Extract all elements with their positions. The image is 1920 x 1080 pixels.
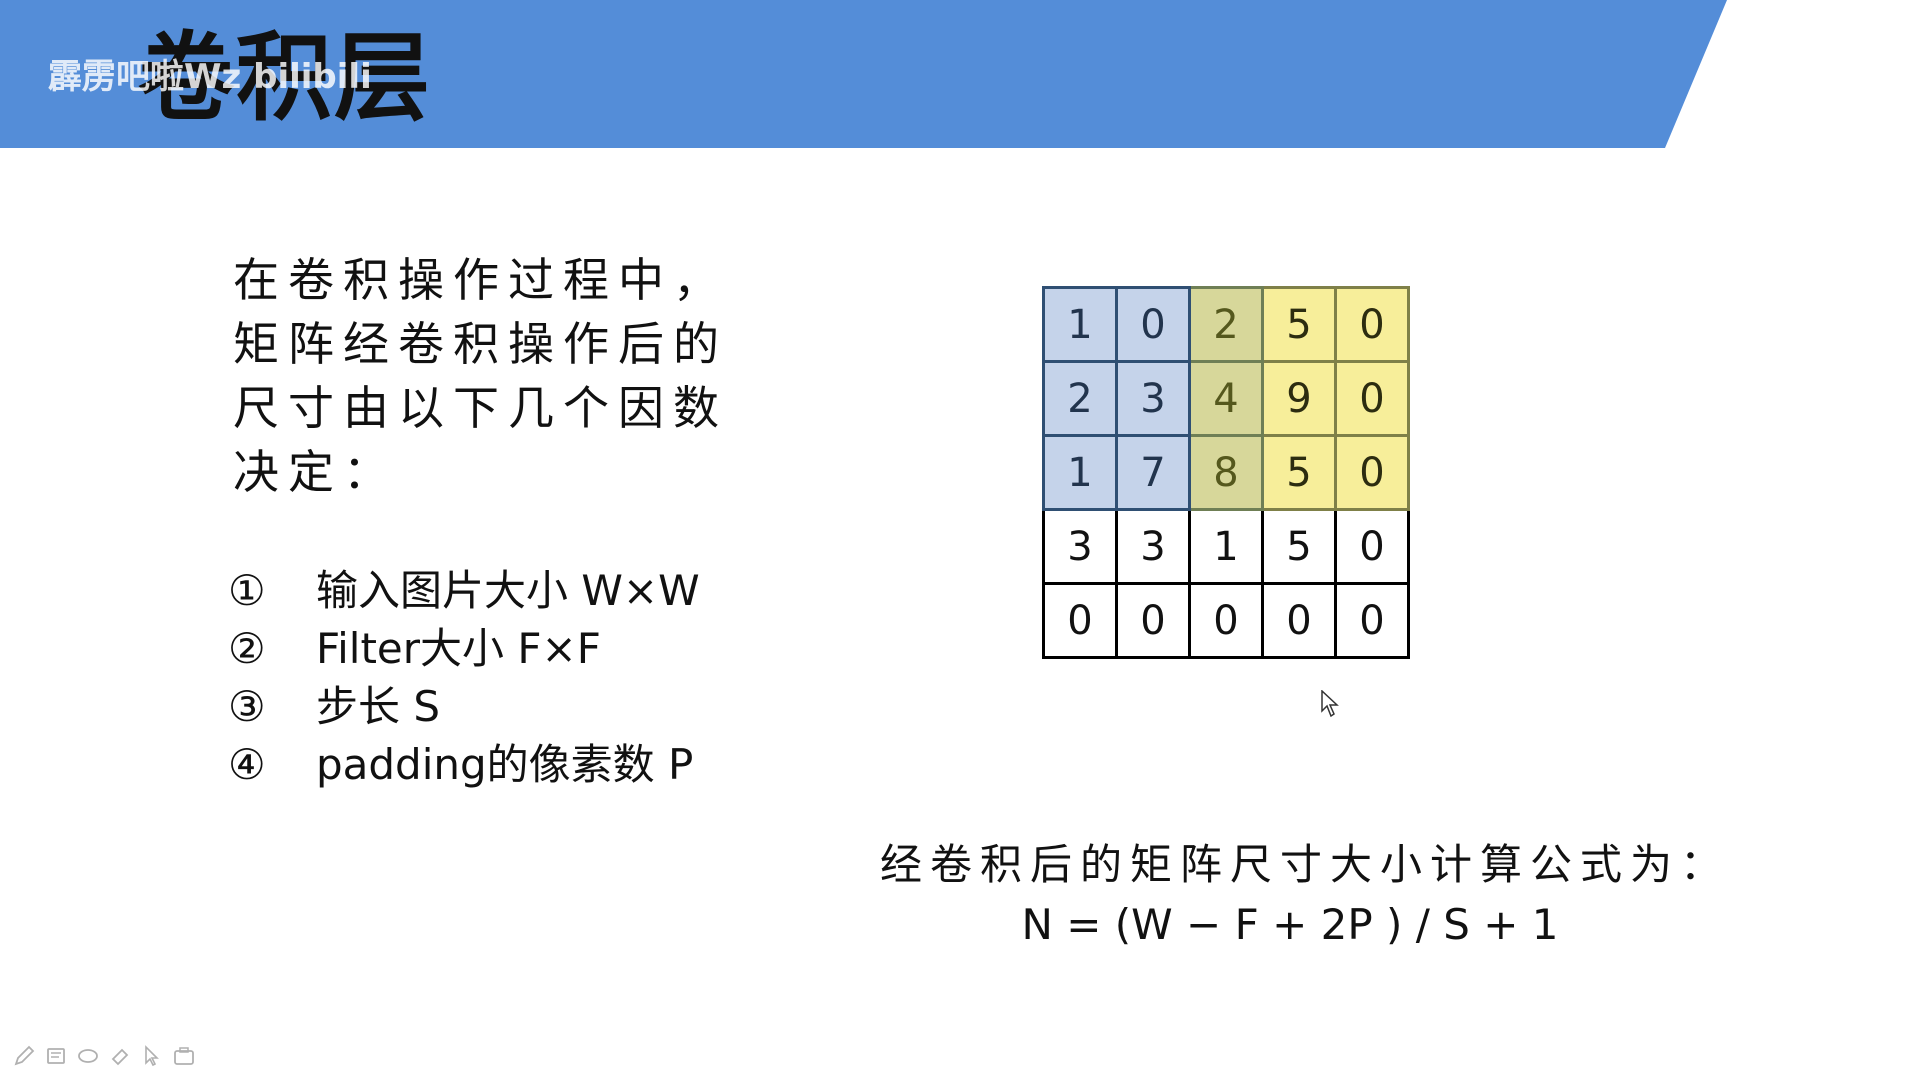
factor-item: ④ padding的像素数 P <box>228 736 788 794</box>
factor-text: padding的像素数 P <box>316 740 694 789</box>
arrow-icon[interactable] <box>140 1044 164 1068</box>
matrix-cell: 8 <box>1188 434 1264 511</box>
factor-number: ④ <box>228 740 266 789</box>
matrix-row: 3 3 1 5 0 <box>1042 508 1410 585</box>
matrix-row: 1 7 8 5 0 <box>1042 434 1410 511</box>
factor-text: 输入图片大小 W×W <box>316 566 700 615</box>
matrix-cell: 0 <box>1261 582 1337 659</box>
matrix-cell: 0 <box>1334 582 1410 659</box>
presenter-toolbar[interactable] <box>12 1044 196 1070</box>
matrix-row: 0 0 0 0 0 <box>1042 582 1410 659</box>
matrix-cell: 3 <box>1115 508 1191 585</box>
matrix-cell: 5 <box>1261 508 1337 585</box>
matrix-cell: 1 <box>1042 434 1118 511</box>
matrix-cell: 2 <box>1042 360 1118 437</box>
camera-icon[interactable] <box>172 1044 196 1068</box>
matrix-cell: 5 <box>1261 434 1337 511</box>
matrix-cell: 0 <box>1042 582 1118 659</box>
matrix-cell: 0 <box>1115 286 1191 363</box>
factor-list: ① 输入图片大小 W×W ② Filter大小 F×F ③ 步长 S ④ padding… <box>228 562 788 794</box>
intro-line: 尺寸由以下几个因数 <box>233 381 728 435</box>
laser-pointer-icon[interactable] <box>108 1044 132 1068</box>
matrix-cell: 7 <box>1115 434 1191 511</box>
matrix-cell: 1 <box>1042 286 1118 363</box>
factor-text: 步长 S <box>316 682 441 731</box>
matrix-cell: 0 <box>1334 434 1410 511</box>
matrix-row: 1 0 2 5 0 <box>1042 286 1410 363</box>
factor-item: ② Filter大小 F×F <box>228 620 788 678</box>
mouse-pointer-icon <box>1321 690 1339 718</box>
factor-number: ③ <box>228 682 266 731</box>
intro-line: 矩阵经卷积操作后的 <box>233 317 728 371</box>
eraser-icon[interactable] <box>76 1044 100 1068</box>
matrix-cell: 3 <box>1042 508 1118 585</box>
matrix-cell: 0 <box>1115 582 1191 659</box>
matrix-cell: 3 <box>1115 360 1191 437</box>
factor-item: ③ 步长 S <box>228 678 788 736</box>
intro-line: 在卷积操作过程中， <box>233 253 728 307</box>
title-banner: 卷积层 霹雳吧啦Wz bilibili <box>0 0 1920 148</box>
formula-equation: N = (W − F + 2P ) / S + 1 <box>1021 900 1559 949</box>
intro-line: 决定： <box>233 445 398 499</box>
formula-label: 经卷积后的矩阵尺寸大小计算公式为： <box>880 840 1731 889</box>
matrix-cell: 1 <box>1188 508 1264 585</box>
pen-icon[interactable] <box>12 1044 36 1068</box>
intro-text: 在卷积操作过程中， 矩阵经卷积操作后的 尺寸由以下几个因数 决定： <box>233 248 753 504</box>
factor-number: ② <box>228 624 266 673</box>
highlighter-icon[interactable] <box>44 1044 68 1068</box>
presentation-slide: 卷积层 霹雳吧啦Wz bilibili 在卷积操作过程中， 矩阵经卷积操作后的 … <box>0 0 1920 1080</box>
matrix-table: 1 0 2 5 0 2 3 4 9 0 1 7 8 5 0 3 3 1 5 0 … <box>1042 286 1410 659</box>
watermark: 霹雳吧啦Wz bilibili <box>48 57 372 97</box>
matrix-row: 2 3 4 9 0 <box>1042 360 1410 437</box>
matrix-cell: 0 <box>1334 286 1410 363</box>
matrix-cell: 4 <box>1188 360 1264 437</box>
factor-number: ① <box>228 566 266 615</box>
matrix-cell: 0 <box>1334 508 1410 585</box>
matrix-cell: 0 <box>1188 582 1264 659</box>
matrix-cell: 0 <box>1334 360 1410 437</box>
factor-item: ① 输入图片大小 W×W <box>228 562 788 620</box>
formula-block: 经卷积后的矩阵尺寸大小计算公式为： N = (W − F + 2P ) / S … <box>880 834 1731 954</box>
matrix-diagram: 1 0 2 5 0 2 3 4 9 0 1 7 8 5 0 3 3 1 5 0 … <box>1042 286 1410 659</box>
matrix-cell: 5 <box>1261 286 1337 363</box>
matrix-cell: 2 <box>1188 286 1264 363</box>
matrix-cell: 9 <box>1261 360 1337 437</box>
factor-text: Filter大小 F×F <box>316 624 601 673</box>
